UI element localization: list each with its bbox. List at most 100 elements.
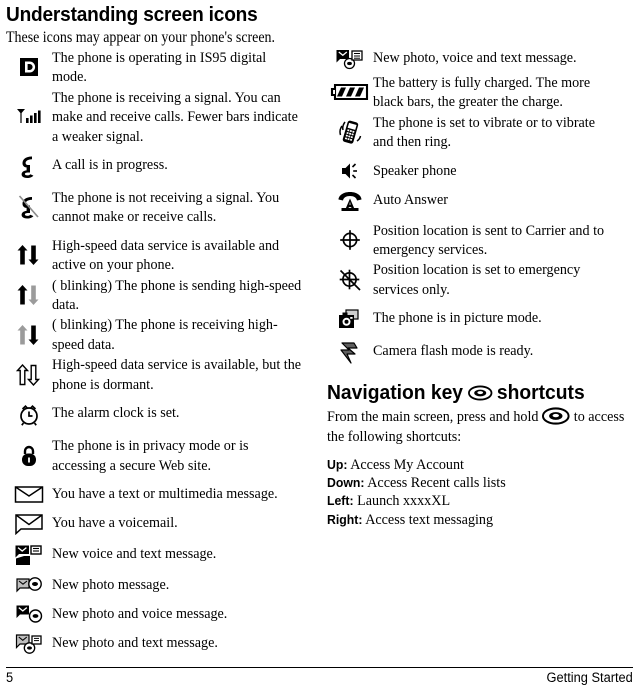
shortcut-key: Down:: [327, 475, 365, 491]
shortcut-item-down: Down: Access Recent calls lists: [327, 474, 612, 492]
shortcut-key: Right:: [327, 511, 363, 527]
page-title: Understanding screen icons: [6, 3, 258, 26]
photo-message-icon: [6, 575, 52, 595]
footer-page-number: 5: [6, 670, 14, 685]
padlock-icon: [6, 444, 52, 468]
icon-row: Speaker phone: [327, 161, 633, 181]
icon-description: High-speed data service is available, bu…: [52, 356, 302, 393]
icon-description: Speaker phone: [373, 161, 457, 179]
icon-description: ( blinking) The phone is sending high-sp…: [52, 276, 302, 314]
data-active-icon: [6, 243, 52, 267]
no-signal-icon: [6, 194, 52, 220]
icon-row: The phone is in privacy mode or is acces…: [6, 436, 320, 475]
voice-text-message-icon: [6, 544, 52, 566]
voicemail-envelope-icon: [6, 513, 52, 535]
icon-description: ( blinking) The phone is receiving high-…: [52, 316, 278, 353]
navigation-key-section: Navigation key shortcuts From the main s…: [327, 381, 633, 529]
icon-row: You have a voicemail.: [6, 513, 320, 535]
envelope-icon: [6, 484, 52, 504]
icon-row: New photo, voice and text message.: [327, 48, 633, 72]
icon-description: New photo and text message.: [52, 633, 218, 651]
icon-row: New photo and text message.: [6, 633, 320, 655]
navigation-key-icon: [467, 385, 493, 401]
digital-mode-d-icon: [6, 56, 52, 78]
photo-voice-text-message-icon: [327, 48, 373, 72]
icon-description: Position location is sent to Carrier and…: [373, 221, 605, 259]
icon-description: The alarm clock is set.: [52, 404, 180, 422]
icon-description: Camera flash mode is ready.: [373, 342, 534, 360]
icon-description: The phone is not receiving a signal. You…: [52, 189, 280, 226]
icon-description: You have a text or multimedia message.: [52, 484, 278, 502]
navigation-intro: From the main screen, press and hold to …: [327, 407, 633, 446]
alarm-clock-icon: [6, 403, 52, 427]
shortcut-item-right: Right: Access text messaging: [327, 511, 612, 529]
icon-row: The phone is set to vibrate or to vibrat…: [327, 113, 633, 152]
shortcut-action: Access text messaging: [365, 510, 494, 528]
icon-description: The phone is in privacy mode or is acces…: [52, 437, 249, 474]
left-column: The phone is operating in IS95 digital m…: [6, 48, 320, 655]
icon-description: High-speed data service is available and…: [52, 236, 280, 274]
icon-row: Position location is set to emergency se…: [327, 260, 633, 299]
icon-row: A call is in progress.: [6, 155, 320, 179]
icon-description: Position location is set to emergency se…: [373, 261, 581, 298]
icon-description: The phone is set to vibrate or to vibrat…: [373, 113, 596, 151]
icon-row: The alarm clock is set.: [6, 403, 320, 427]
battery-full-icon: [327, 82, 373, 102]
data-dormant-icon: [6, 363, 52, 387]
shortcut-action: Access Recent calls lists: [367, 474, 506, 492]
data-receiving-icon: [6, 323, 52, 347]
icon-description: New photo, voice and text message.: [373, 49, 577, 66]
manual-page: Understanding screen icons These icons m…: [0, 0, 639, 690]
navigation-title-before: Navigation key: [327, 381, 464, 405]
icon-row: The phone is not receiving a signal. You…: [6, 188, 320, 227]
shortcut-action: Access My Account: [350, 456, 464, 474]
icon-description: New voice and text message.: [52, 544, 217, 562]
icon-description: You have a voicemail.: [52, 513, 178, 531]
icon-row: The phone is receiving a signal. You can…: [6, 88, 320, 146]
icon-row: Camera flash mode is ready.: [327, 341, 633, 365]
photo-text-message-icon: [6, 633, 52, 655]
location-emergency-only-icon: [327, 267, 373, 293]
icon-row: New voice and text message.: [6, 544, 320, 566]
section-intro: These icons may appear on your phone's s…: [6, 29, 276, 46]
vibrate-icon: [327, 118, 373, 146]
shortcut-item-left: Left: Launch xxxxXL: [327, 492, 612, 510]
shortcut-list: Up: Access My Account Down: Access Recen…: [327, 456, 633, 529]
icon-description: The phone is in picture mode.: [373, 309, 542, 327]
navigation-key-title: Navigation key shortcuts: [327, 381, 615, 404]
icon-description: New photo and voice message.: [52, 604, 228, 622]
icon-description: The phone is operating in IS95 digital m…: [52, 49, 267, 86]
navigation-title-after: shortcuts: [496, 381, 585, 405]
call-in-progress-icon: [6, 155, 52, 179]
right-column: New photo, voice and text message. The b…: [327, 48, 633, 529]
page-footer: 5 Getting Started: [6, 667, 633, 686]
shortcut-key: Up:: [327, 457, 348, 473]
shortcut-item-up: Up: Access My Account: [327, 456, 612, 474]
icon-row: The battery is fully charged. The more b…: [327, 73, 633, 112]
camera-flash-icon: [327, 341, 373, 365]
icon-row: ( blinking) The phone is sending high-sp…: [6, 276, 320, 315]
icon-row: High-speed data service is available, bu…: [6, 355, 320, 394]
photo-voice-message-icon: [6, 604, 52, 624]
icon-description: The battery is fully charged. The more b…: [373, 74, 591, 111]
picture-mode-icon: [327, 308, 373, 332]
icon-row: New photo message.: [6, 575, 320, 595]
signal-bars-icon: [6, 107, 52, 127]
data-sending-icon: [6, 283, 52, 307]
icon-row: Position location is sent to Carrier and…: [327, 221, 633, 260]
icon-description: The phone is receiving a signal. You can…: [52, 88, 298, 145]
icon-row: New photo and voice message.: [6, 604, 320, 624]
icon-description: Auto Answer: [373, 190, 448, 208]
auto-answer-icon: [327, 190, 373, 212]
speaker-phone-icon: [327, 161, 373, 181]
icon-row: The phone is in picture mode.: [327, 308, 633, 332]
location-on-icon: [327, 228, 373, 252]
icon-description: New photo message.: [52, 575, 170, 593]
icon-description: A call is in progress.: [52, 156, 168, 174]
navigation-intro-before: From the main screen, press and hold: [327, 408, 539, 426]
shortcut-key: Left:: [327, 493, 354, 509]
icon-row: You have a text or multimedia message.: [6, 484, 320, 504]
icon-row: ( blinking) The phone is receiving high-…: [6, 315, 320, 354]
icon-row: The phone is operating in IS95 digital m…: [6, 48, 320, 87]
footer-chapter: Getting Started: [546, 670, 633, 685]
